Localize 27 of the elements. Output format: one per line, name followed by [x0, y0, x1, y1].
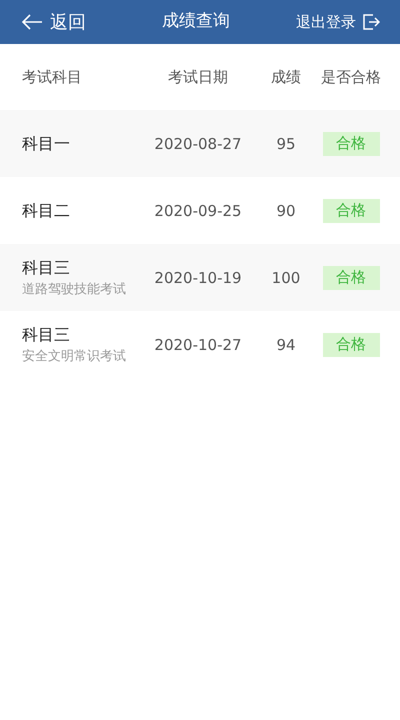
exam-note: 道路驾驶技能考试: [22, 280, 127, 299]
date-text: 2020-09-25: [154, 202, 242, 220]
result-badge: 合格: [322, 332, 380, 356]
subject-text: 科目三: [22, 256, 71, 279]
result-badge: 合格: [322, 266, 380, 290]
result-badge: 合格: [322, 198, 380, 222]
back-arrow-icon: [20, 13, 44, 31]
subject-text: 科目三: [22, 324, 71, 346]
logout-button[interactable]: 退出登录: [296, 10, 380, 34]
column-header: 是否合格: [321, 68, 381, 86]
page-title: 成绩查询: [161, 10, 230, 34]
exam-note: 安全文明常识考试: [22, 348, 127, 366]
result-badge: 合格: [322, 132, 380, 156]
date-text: 2020-10-19: [154, 268, 242, 286]
column-header: 考试科目: [22, 68, 82, 86]
logout-icon: [362, 13, 380, 31]
date-text: 2020-08-27: [154, 134, 242, 152]
score-text: 90: [276, 202, 296, 220]
score-text: 100: [272, 268, 300, 286]
column-header: 成绩: [271, 68, 301, 86]
column-header: 考试日期: [168, 68, 228, 86]
score-text: 94: [276, 336, 296, 354]
subject-text: 科目二: [22, 200, 71, 222]
back-button[interactable]: 返回: [20, 8, 86, 36]
date-text: 2020-10-27: [154, 336, 242, 354]
score-text: 95: [276, 134, 296, 152]
subject-text: 科目一: [22, 132, 71, 154]
